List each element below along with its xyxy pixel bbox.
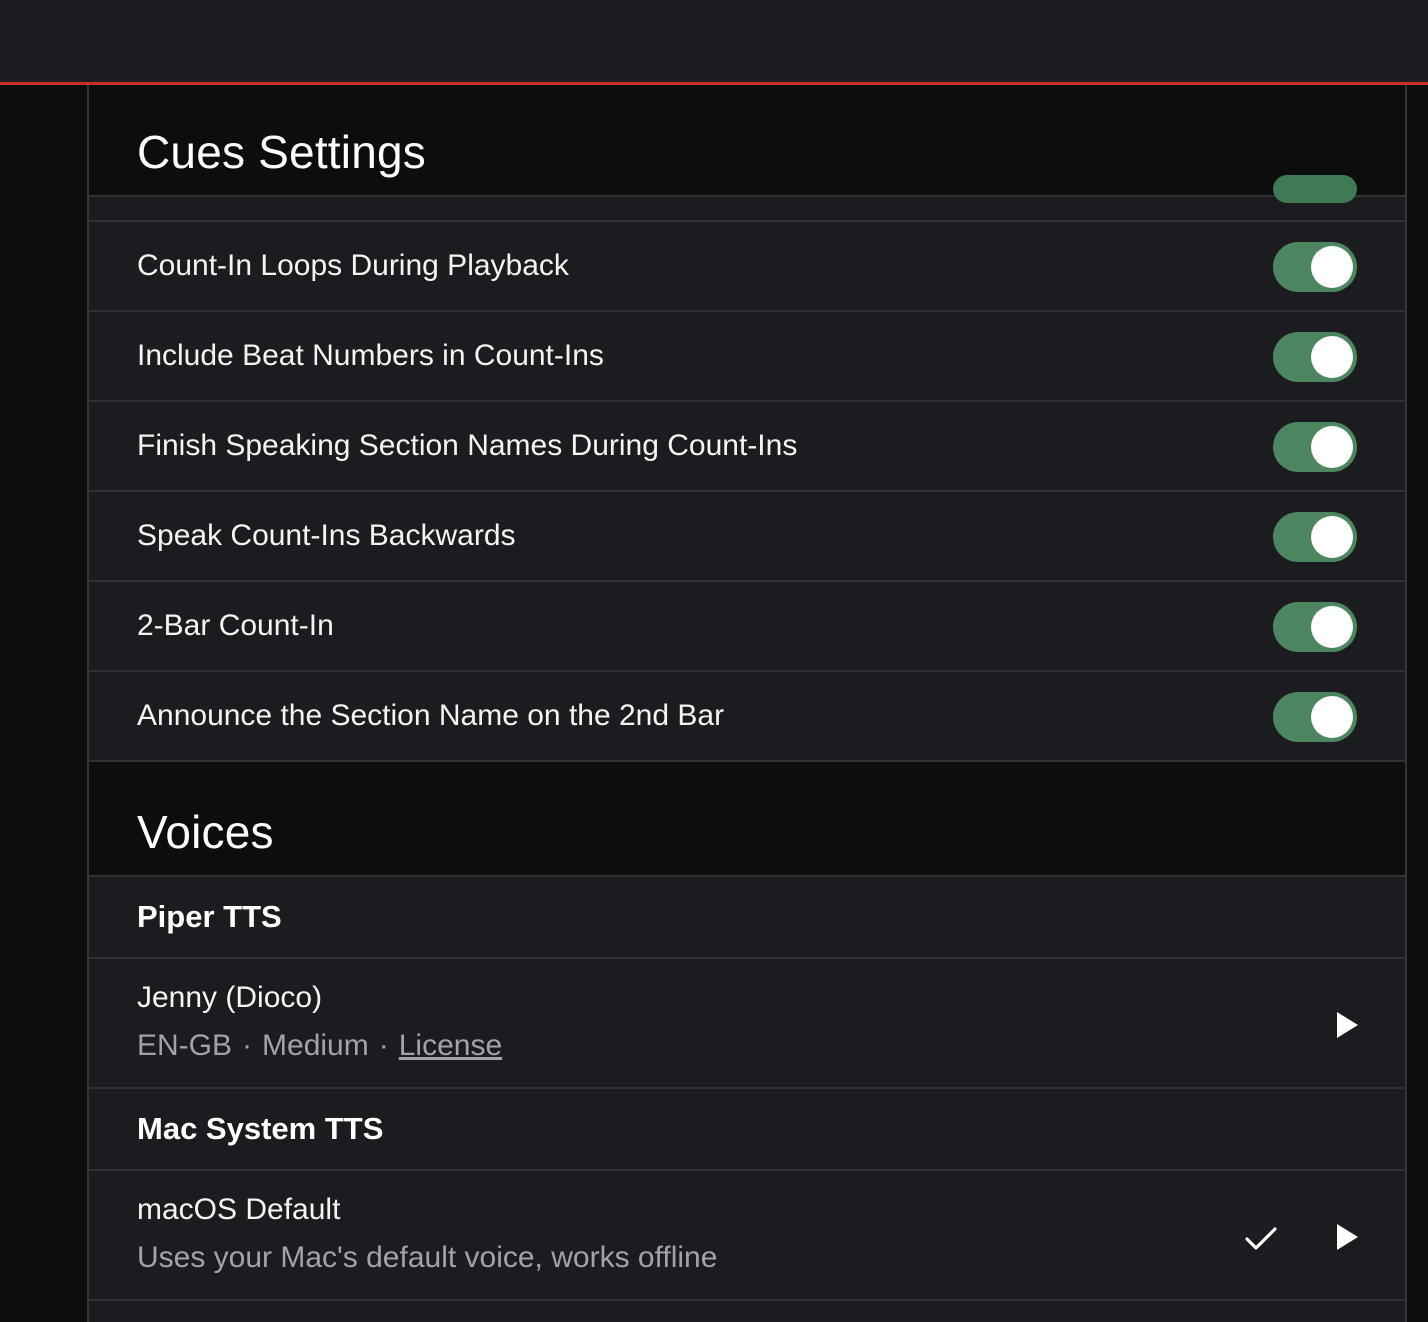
toggle-knob bbox=[1311, 696, 1353, 738]
voice-name: Jenny (Dioco) bbox=[137, 981, 323, 1014]
toggle-knob bbox=[1311, 426, 1353, 468]
voice-group-mac-system: Mac System TTS bbox=[89, 1089, 1405, 1171]
toggle-row-count-in-loops: Count-In Loops During Playback bbox=[89, 222, 1405, 312]
voice-description: Uses your Mac's default voice, works off… bbox=[137, 1241, 718, 1274]
toggle-switch-announce-section[interactable] bbox=[1273, 692, 1357, 742]
voice-quality: Medium bbox=[262, 1029, 369, 1062]
section-title-cues: Cues Settings bbox=[137, 126, 426, 178]
toggle-knob bbox=[1311, 336, 1353, 378]
toggle-label: Count-In Loops During Playback bbox=[137, 249, 569, 282]
play-icon[interactable] bbox=[1329, 1219, 1365, 1255]
voice-row-macos-default[interactable]: macOS Default Uses your Mac's default vo… bbox=[89, 1171, 1405, 1301]
voice-group-piper: Piper TTS bbox=[89, 877, 1405, 959]
toggle-switch-speak-backwards[interactable] bbox=[1273, 512, 1357, 562]
toggle-row-2-bar-count-in: 2-Bar Count-In bbox=[89, 582, 1405, 672]
toggle-label: Include Beat Numbers in Count-Ins bbox=[137, 339, 604, 372]
section-title-voices: Voices bbox=[137, 806, 274, 858]
toggle-row-speak-backwards: Speak Count-Ins Backwards bbox=[89, 492, 1405, 582]
clipped-toggle-row bbox=[89, 175, 1405, 222]
toggle-switch-2-bar-count-in[interactable] bbox=[1273, 602, 1357, 652]
settings-panel: Cues Settings Count-In Loops During Play… bbox=[87, 85, 1407, 1322]
separator-dot: · bbox=[378, 1029, 389, 1062]
toggle-label: Announce the Section Name on the 2nd Bar bbox=[137, 699, 725, 732]
toggle-knob bbox=[1311, 606, 1353, 648]
toggle-knob bbox=[1311, 516, 1353, 558]
separator-dot: · bbox=[242, 1029, 253, 1062]
toggle-switch-finish-speaking[interactable] bbox=[1273, 422, 1357, 472]
toggle-row-beat-numbers: Include Beat Numbers in Count-Ins bbox=[89, 312, 1405, 402]
top-bar bbox=[0, 0, 1428, 85]
toggle-label: Finish Speaking Section Names During Cou… bbox=[137, 429, 798, 462]
play-icon[interactable] bbox=[1329, 1007, 1365, 1043]
voice-details: EN-GB · Medium · License bbox=[137, 1029, 502, 1063]
license-link[interactable]: License bbox=[399, 1029, 502, 1062]
toggle-switch-beat-numbers[interactable] bbox=[1273, 332, 1357, 382]
cues-settings-header: Cues Settings bbox=[89, 85, 1405, 197]
toggle-switch-count-in-loops[interactable] bbox=[1273, 242, 1357, 292]
voice-name: macOS Default bbox=[137, 1193, 341, 1226]
toggle-label: 2-Bar Count-In bbox=[137, 609, 334, 642]
toggle-switch-partial[interactable] bbox=[1273, 175, 1357, 203]
toggle-knob bbox=[1311, 246, 1353, 288]
voice-group-label: Piper TTS bbox=[137, 899, 282, 934]
voice-group-label: Mac System TTS bbox=[137, 1111, 384, 1146]
toggle-row-announce-section: Announce the Section Name on the 2nd Bar bbox=[89, 672, 1405, 762]
voices-header: Voices bbox=[89, 762, 1405, 877]
toggle-row-finish-speaking: Finish Speaking Section Names During Cou… bbox=[89, 402, 1405, 492]
toggle-label: Speak Count-Ins Backwards bbox=[137, 519, 516, 552]
voice-row-jenny[interactable]: Jenny (Dioco) EN-GB · Medium · License bbox=[89, 959, 1405, 1089]
checkmark-icon bbox=[1243, 1221, 1279, 1255]
voice-language: EN-GB bbox=[137, 1029, 233, 1062]
